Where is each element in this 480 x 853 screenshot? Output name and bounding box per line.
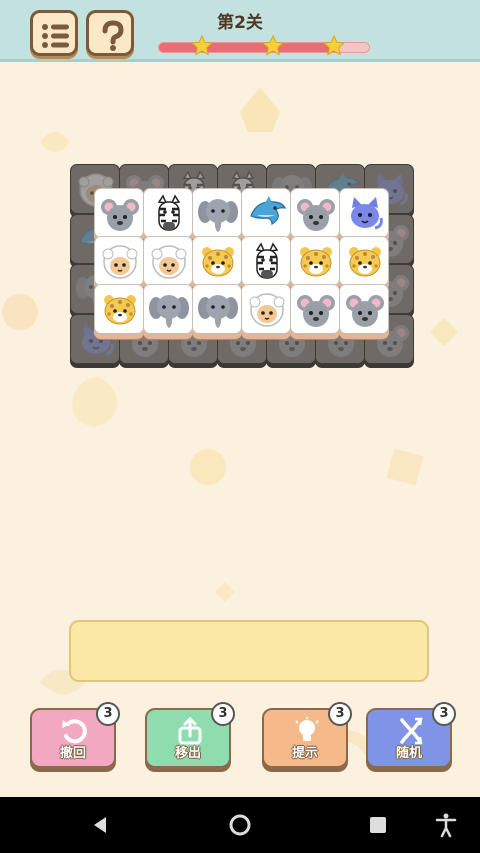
leopard-icon (202, 247, 234, 277)
star-icon (262, 35, 284, 56)
zebra-tile[interactable] (241, 236, 291, 286)
leopard-tile[interactable] (290, 236, 340, 286)
tile-face (143, 236, 193, 286)
tile-face (339, 188, 389, 238)
undo-button[interactable]: 撤回 3 (30, 702, 120, 768)
tile-face (290, 284, 340, 334)
elephant-icon (198, 199, 238, 232)
sheep-icon (102, 245, 138, 279)
tile-face (143, 284, 193, 334)
mouse-icon (101, 199, 139, 231)
hint-label: 提示 (291, 746, 318, 761)
elephant-icon (149, 295, 189, 328)
level-progress-bar (158, 35, 370, 56)
tile-face (241, 284, 291, 334)
tile-tray (69, 620, 429, 682)
leopard-tile[interactable] (339, 236, 389, 286)
undo-label: 撤回 (59, 746, 86, 761)
home-icon[interactable] (226, 811, 254, 839)
mouse-tile[interactable] (290, 284, 340, 334)
sheep-tile[interactable] (143, 236, 193, 286)
accessibility-icon[interactable] (432, 811, 460, 839)
remove-count-badge: 3 (211, 702, 235, 726)
tile-face (192, 284, 242, 334)
star-icon (191, 35, 213, 56)
leopard-icon (349, 247, 381, 277)
mouse-icon (297, 295, 335, 327)
sheep-icon (249, 293, 285, 327)
elephant-tile[interactable] (192, 188, 242, 238)
leopard-tile[interactable] (192, 236, 242, 286)
zebra-icon (157, 194, 181, 231)
leopard-icon (104, 295, 136, 325)
tile-face (192, 188, 242, 238)
mouse-tile[interactable] (94, 188, 144, 238)
tile-face (241, 236, 291, 286)
game-screen: 第2关 撤回 3 移出 3 提示 3 随机 3 (0, 0, 480, 853)
system-navigation-bar (0, 797, 480, 853)
zebra-tile[interactable] (143, 188, 193, 238)
mouse-tile[interactable] (339, 284, 389, 334)
level-title: 第2关 (217, 13, 263, 33)
hint-button[interactable]: 提示 3 (262, 702, 352, 768)
mouse-icon (346, 295, 384, 327)
tile-face (94, 188, 144, 238)
sheep-icon (151, 245, 187, 279)
leopard-icon (300, 247, 332, 277)
elephant-icon (198, 295, 238, 328)
tile-face (339, 236, 389, 286)
shuffle-label: 随机 (395, 746, 422, 761)
shuffle-button[interactable]: 随机 3 (366, 702, 456, 768)
dolphin-tile[interactable] (241, 188, 291, 238)
cat-tile[interactable] (339, 188, 389, 238)
tile-face (143, 188, 193, 238)
hint-count-badge: 3 (328, 702, 352, 726)
tile-face (94, 284, 144, 334)
back-icon[interactable] (86, 811, 114, 839)
tile-face (241, 188, 291, 238)
progress-fill (159, 43, 338, 52)
tile-face (192, 236, 242, 286)
sheep-tile[interactable] (241, 284, 291, 334)
sheep-tile[interactable] (94, 236, 144, 286)
zebra-icon (255, 242, 279, 279)
tile-face (339, 284, 389, 334)
star-icon (323, 35, 345, 56)
remove-label: 移出 (174, 746, 201, 761)
elephant-tile[interactable] (143, 284, 193, 334)
leopard-tile[interactable] (94, 284, 144, 334)
tile-board (66, 162, 420, 374)
cat-icon (351, 197, 383, 230)
elephant-tile[interactable] (192, 284, 242, 334)
recents-icon[interactable] (364, 811, 392, 839)
top-bar: 第2关 (0, 0, 480, 62)
mouse-icon (297, 199, 335, 231)
remove-button[interactable]: 移出 3 (145, 702, 235, 768)
tile-face (290, 188, 340, 238)
mouse-tile[interactable] (290, 188, 340, 238)
undo-count-badge: 3 (96, 702, 120, 726)
tile-face (290, 236, 340, 286)
shuffle-count-badge: 3 (432, 702, 456, 726)
dolphin-icon (250, 196, 286, 226)
tile-face (94, 236, 144, 286)
